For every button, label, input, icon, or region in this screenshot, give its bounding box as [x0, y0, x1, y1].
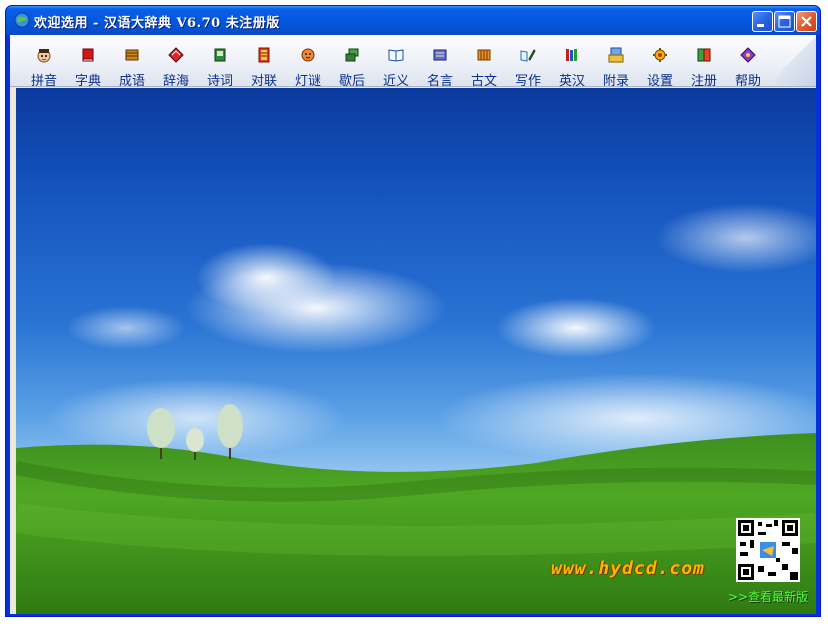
tool-label: 字典 [74, 74, 101, 89]
tool-mingyan[interactable]: 名言 [418, 37, 462, 89]
client-area: 拼音 字典 成语 辞海 诗词 对联 灯谜 歇后 近义 名言 古文 写作 英汉 附… [10, 35, 816, 614]
tool-label: 辞海 [162, 74, 189, 89]
title-bar[interactable]: 欢迎选用 - 汉语大辞典 V6.70 未注册版 [6, 6, 820, 35]
landscape-image [16, 203, 816, 614]
tool-shezhi[interactable]: 设置 [638, 37, 682, 89]
tool-label: 设置 [646, 74, 673, 89]
welcome-background: www.hydcd.com >>查看最新版 [16, 88, 816, 614]
tool-zidian[interactable]: 字典 [66, 37, 110, 89]
tool-yinghan[interactable]: 英汉 [550, 37, 594, 89]
tool-label: 拼音 [30, 74, 57, 89]
tool-cihai[interactable]: 辞海 [154, 37, 198, 89]
tool-pinyin[interactable]: 拼音 [22, 37, 66, 89]
app-window: 欢迎选用 - 汉语大辞典 V6.70 未注册版 拼音 字典 成语 辞海 诗词 对… [5, 5, 821, 617]
tool-label: 成语 [118, 74, 145, 89]
couplet-icon [258, 47, 270, 63]
tool-label: 古文 [470, 74, 497, 89]
tool-label: 英汉 [558, 74, 585, 89]
tool-label: 帮助 [734, 74, 761, 89]
scroll-icon [477, 49, 491, 61]
tool-label: 附录 [602, 74, 629, 89]
tool-chengyu[interactable]: 成语 [110, 37, 154, 89]
tool-guwen[interactable]: 古文 [462, 37, 506, 89]
green-book-icon [214, 48, 226, 62]
notebook-icon [433, 49, 447, 61]
tool-fulu[interactable]: 附录 [594, 37, 638, 89]
tool-label: 注册 [690, 74, 717, 89]
pen-book-icon [520, 49, 536, 62]
cards-icon [345, 48, 359, 62]
face-icon [37, 49, 51, 63]
brown-book-icon [125, 49, 139, 61]
red-book-icon [82, 48, 94, 62]
tool-label: 写作 [514, 74, 541, 89]
register-icon [697, 48, 711, 62]
close-button[interactable] [796, 11, 817, 32]
toolbar: 拼音 字典 成语 辞海 诗词 对联 灯谜 歇后 近义 名言 古文 写作 英汉 附… [10, 35, 816, 89]
maximize-icon [778, 15, 791, 28]
close-icon [801, 16, 812, 27]
qr-code [736, 518, 800, 582]
help-book-icon [740, 47, 756, 63]
tool-duilian[interactable]: 对联 [242, 37, 286, 89]
website-text: www.hydcd.com [551, 558, 705, 579]
window-title: 欢迎选用 - 汉语大辞典 V6.70 未注册版 [34, 16, 280, 31]
tool-dengmi[interactable]: 灯谜 [286, 37, 330, 89]
open-book-icon [388, 49, 404, 62]
gear-icon [653, 48, 667, 62]
toolbar-chevron[interactable] [776, 35, 816, 86]
lantern-icon [301, 48, 315, 62]
diamond-book-icon [168, 47, 184, 63]
tool-bangzhu[interactable]: 帮助 [726, 37, 770, 89]
app-icon[interactable] [14, 12, 30, 28]
tool-shici[interactable]: 诗词 [198, 37, 242, 89]
tool-label: 歇后 [338, 74, 365, 89]
tool-jinyi[interactable]: 近义 [374, 37, 418, 89]
minimize-icon [757, 24, 764, 27]
check-update-link[interactable]: >>查看最新版 [728, 588, 808, 605]
books-icon [566, 49, 577, 61]
maximize-button[interactable] [774, 11, 795, 32]
tool-label: 灯谜 [294, 74, 321, 89]
appendix-icon [608, 47, 624, 63]
tool-xiezuo[interactable]: 写作 [506, 37, 550, 89]
tool-xiehou[interactable]: 歇后 [330, 37, 374, 89]
tool-zhuce[interactable]: 注册 [682, 37, 726, 89]
tool-label: 名言 [426, 74, 453, 89]
tool-label: 对联 [250, 74, 277, 89]
tool-label: 近义 [382, 74, 409, 89]
tool-label: 诗词 [206, 74, 233, 89]
minimize-button[interactable] [752, 11, 773, 32]
